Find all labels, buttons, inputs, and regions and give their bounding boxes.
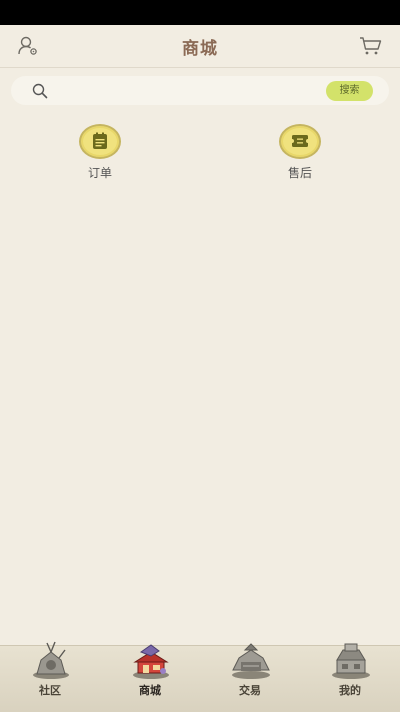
search-input[interactable] [61,80,325,102]
order-clipboard-icon [79,124,121,159]
shopping-cart-icon[interactable] [359,36,383,56]
community-building-icon [29,640,73,680]
tab-profile[interactable]: 我的 [300,643,400,712]
tab-trade-label: 交易 [239,684,261,697]
top-navigation-bar: 商城 [0,25,400,68]
tab-profile-label: 我的 [339,684,361,697]
bottom-tab-bar: 社区 商城 交易 我的 [0,641,400,712]
trade-building-icon [229,640,273,680]
page-title: 商城 [182,39,218,59]
after-sales-ticket-icon [279,124,321,159]
after-sales-label: 售后 [287,166,312,180]
tab-community-label: 社区 [39,684,61,697]
status-bar [0,0,400,25]
after-sales-entry[interactable]: 售后 [270,124,330,181]
tab-shop[interactable]: 商城 [100,644,200,712]
orders-label: 订单 [87,166,112,180]
tab-trade[interactable]: 交易 [200,643,300,712]
orders-entry[interactable]: 订单 [70,124,130,181]
search-bar: 搜索 [11,76,389,105]
search-button[interactable]: 搜索 [326,81,373,101]
tab-community[interactable]: 社区 [0,641,100,712]
tab-shop-label: 商城 [139,684,161,697]
search-icon [32,83,48,99]
shop-building-icon [129,640,173,680]
profile-building-icon [329,640,373,680]
